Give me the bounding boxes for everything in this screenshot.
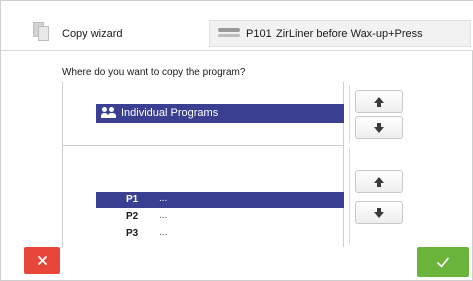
- group-scroll-controls: [349, 85, 409, 142]
- program-id: P2: [126, 211, 139, 222]
- group-label: Individual Programs: [121, 107, 219, 119]
- checkmark-icon: [437, 257, 449, 267]
- program-value: ...: [159, 210, 168, 221]
- group-scroll-up-button[interactable]: [355, 90, 403, 113]
- program-name: ZirLiner before Wax-up+Press: [276, 28, 423, 40]
- brand-logo: [218, 28, 240, 39]
- program-id: P3: [126, 228, 139, 239]
- panel-divider: [62, 145, 344, 146]
- program-value: ...: [159, 193, 168, 204]
- program-scroll-up-button[interactable]: [355, 170, 403, 193]
- wizard-title: Copy wizard: [62, 28, 123, 40]
- arrow-down-icon: [374, 207, 384, 218]
- header-bar: Copy wizard P101 ZirLiner before Wax-up+…: [1, 1, 473, 51]
- group-row-individual-programs[interactable]: Individual Programs: [96, 104, 344, 123]
- arrow-down-icon: [374, 122, 384, 133]
- copy-question-label: Where do you want to copy the program?: [62, 67, 246, 78]
- close-icon: [37, 256, 47, 265]
- program-id: P1: [126, 194, 139, 205]
- arrow-up-icon: [374, 96, 384, 107]
- copy-icon: [33, 22, 49, 41]
- program-row-p1[interactable]: P1 ...: [96, 192, 344, 208]
- program-info-box: P101 ZirLiner before Wax-up+Press: [209, 20, 471, 47]
- program-row-p3[interactable]: P3 ...: [96, 226, 344, 242]
- program-code: P101: [246, 28, 272, 40]
- confirm-button[interactable]: [417, 247, 469, 277]
- program-value: ...: [159, 227, 168, 238]
- program-scroll-down-button[interactable]: [355, 201, 403, 224]
- program-row-p2[interactable]: P2 ...: [96, 209, 344, 225]
- group-scroll-down-button[interactable]: [355, 116, 403, 139]
- cancel-button[interactable]: [24, 247, 60, 274]
- users-icon: [101, 107, 116, 119]
- program-scroll-controls: [349, 148, 409, 244]
- arrow-up-icon: [374, 176, 384, 187]
- copy-wizard-window: Copy wizard P101 ZirLiner before Wax-up+…: [0, 0, 473, 281]
